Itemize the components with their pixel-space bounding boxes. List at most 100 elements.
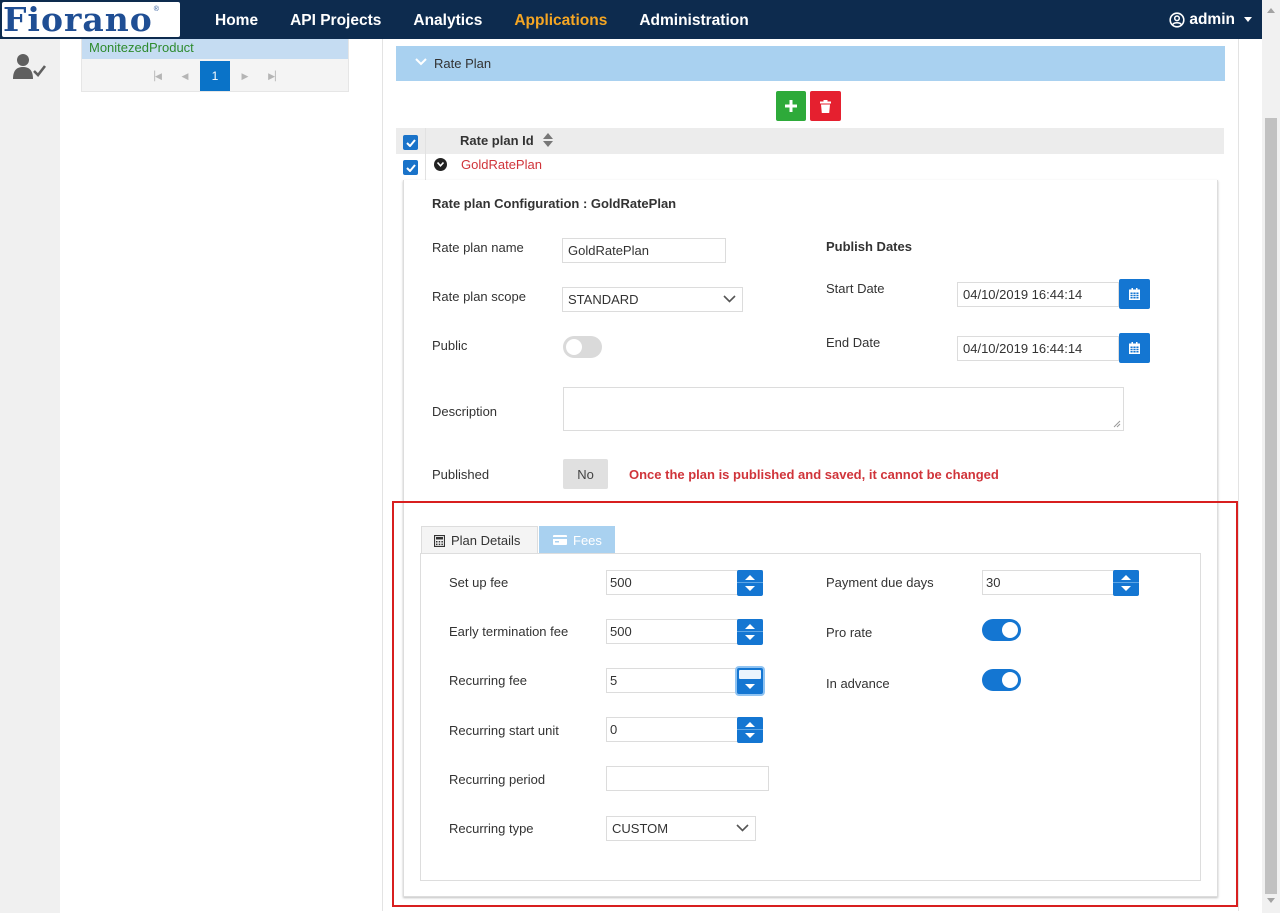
scroll-down-icon[interactable] — [1267, 898, 1275, 903]
rate-plan-scope-label: Rate plan scope — [432, 289, 526, 304]
rate-plan-scope-value: STANDARD — [568, 292, 639, 307]
spin-up-icon[interactable] — [745, 722, 755, 727]
section-title: Rate Plan — [434, 56, 492, 71]
spin-down-icon[interactable] — [745, 635, 755, 640]
tab-plan-details-label: Plan Details — [451, 533, 521, 548]
rate-plan-id-link[interactable]: GoldRatePlan — [461, 157, 542, 172]
nav-applications[interactable]: Applications — [498, 0, 623, 39]
setup-fee-input[interactable]: 500 — [606, 570, 763, 596]
description-label: Description — [432, 404, 498, 419]
end-date-picker-button[interactable] — [1119, 333, 1150, 363]
nav-home[interactable]: Home — [199, 0, 274, 39]
column-header-rate-plan-id[interactable]: Rate plan Id — [460, 128, 534, 153]
row-checkbox[interactable] — [403, 160, 418, 175]
start-date-picker-button[interactable] — [1119, 279, 1150, 309]
user-circle-icon — [1169, 11, 1185, 28]
spin-up-icon[interactable] — [745, 575, 755, 580]
plan-details-panel — [420, 553, 1201, 881]
last-page-icon[interactable]: ▶▏ — [260, 61, 290, 91]
next-page-icon[interactable]: ▶ — [230, 61, 260, 91]
prev-page-icon[interactable]: ◀ — [170, 61, 200, 91]
nav-analytics[interactable]: Analytics — [397, 0, 498, 39]
chevron-down-icon — [1244, 17, 1252, 22]
add-button[interactable] — [776, 91, 806, 121]
select-all-checkbox[interactable] — [403, 135, 418, 150]
product-list: MonitezedProduct ▕◀ ◀ 1 ▶ ▶▏ — [81, 39, 349, 92]
pro-rate-label: Pro rate — [826, 625, 873, 640]
early-termination-fee-input[interactable]: 500 — [606, 619, 763, 645]
recurring-fee-input[interactable]: 5 — [606, 668, 763, 694]
logo-text: Fiorano — [3, 0, 153, 39]
early-termination-fee-value: 500 — [610, 624, 632, 639]
tab-fees[interactable]: Fees — [539, 526, 615, 554]
public-toggle[interactable] — [563, 336, 602, 358]
spin-down-icon[interactable] — [1121, 586, 1131, 591]
recurring-type-select[interactable]: CUSTOM — [606, 816, 756, 841]
in-advance-toggle[interactable] — [982, 669, 1021, 691]
payment-due-days-spinner[interactable] — [1113, 570, 1139, 596]
rate-plan-name-input[interactable]: GoldRatePlan — [562, 238, 726, 263]
end-date-input[interactable]: 04/10/2019 16:44:14 — [957, 336, 1119, 361]
fiorano-logo[interactable]: Fiorano ® — [2, 2, 180, 37]
user-name: admin — [1189, 10, 1235, 28]
delete-button[interactable] — [810, 91, 841, 121]
recurring-fee-label: Recurring fee — [449, 673, 528, 688]
grid-header: Rate plan Id — [396, 128, 1224, 154]
spin-down-icon[interactable] — [745, 733, 755, 738]
start-date-input[interactable]: 04/10/2019 16:44:14 — [957, 282, 1119, 307]
recurring-start-unit-input[interactable]: 0 — [606, 717, 763, 743]
setup-fee-spinner[interactable] — [737, 570, 763, 596]
recurring-fee-spinner[interactable] — [737, 668, 763, 694]
end-date-label: End Date — [826, 335, 881, 350]
logo-registered-mark: ® — [153, 6, 159, 13]
top-navbar: Fiorano ® Home API Projects Analytics App… — [0, 0, 1262, 39]
recurring-period-input[interactable] — [606, 766, 769, 791]
tab-plan-details[interactable]: Plan Details — [421, 526, 538, 554]
rate-plan-section-header[interactable]: Rate Plan — [396, 46, 1225, 81]
payment-due-days-label: Payment due days — [826, 575, 934, 590]
recurring-start-unit-spinner[interactable] — [737, 717, 763, 743]
rate-plan-scope-select[interactable]: STANDARD — [562, 287, 743, 312]
pro-rate-toggle[interactable] — [982, 619, 1021, 641]
recurring-type-value: CUSTOM — [612, 821, 669, 836]
calendar-icon — [1129, 342, 1140, 354]
recurring-start-unit-value: 0 — [610, 722, 618, 737]
sort-icon[interactable] — [543, 133, 553, 147]
nav-api-projects[interactable]: API Projects — [274, 0, 397, 39]
published-no-button[interactable]: No — [563, 459, 608, 489]
payment-due-days-input[interactable]: 30 — [982, 570, 1139, 596]
spin-up-icon[interactable] — [745, 624, 755, 629]
spin-up-icon[interactable] — [1121, 575, 1131, 580]
check-icon — [405, 138, 416, 147]
check-icon — [405, 163, 416, 172]
published-warning: Once the plan is published and saved, it… — [629, 467, 999, 482]
spin-down-icon[interactable] — [745, 684, 755, 689]
credit-card-icon — [553, 535, 567, 545]
description-textarea[interactable] — [563, 387, 1124, 431]
calculator-icon — [434, 534, 445, 547]
user-check-icon[interactable] — [13, 53, 47, 81]
scrollbar-thumb[interactable] — [1265, 118, 1277, 894]
page-number-current[interactable]: 1 — [200, 61, 230, 91]
scroll-up-icon[interactable] — [1267, 8, 1275, 13]
resize-grip-icon[interactable] — [1113, 420, 1121, 428]
early-termination-fee-label: Early termination fee — [449, 624, 569, 639]
main-nav: Home API Projects Analytics Applications… — [199, 0, 765, 39]
first-page-icon[interactable]: ▕◀ — [140, 61, 170, 91]
recurring-type-label: Recurring type — [449, 821, 534, 836]
rate-plan-name-label: Rate plan name — [432, 240, 524, 255]
spin-down-icon[interactable] — [745, 586, 755, 591]
in-advance-label: In advance — [826, 676, 890, 691]
chevron-down-icon — [415, 58, 427, 66]
published-label: Published — [432, 467, 490, 482]
early-termination-fee-spinner[interactable] — [737, 619, 763, 645]
pager: ▕◀ ◀ 1 ▶ ▶▏ — [82, 59, 348, 91]
recurring-fee-value: 5 — [610, 673, 618, 688]
list-item[interactable]: MonitezedProduct — [82, 39, 348, 59]
trash-icon — [820, 99, 831, 113]
user-menu[interactable]: admin — [1169, 0, 1252, 39]
column-divider — [425, 128, 426, 180]
row-expand-toggle[interactable] — [434, 158, 447, 171]
page-scrollbar[interactable] — [1262, 0, 1280, 913]
nav-administration[interactable]: Administration — [623, 0, 764, 39]
